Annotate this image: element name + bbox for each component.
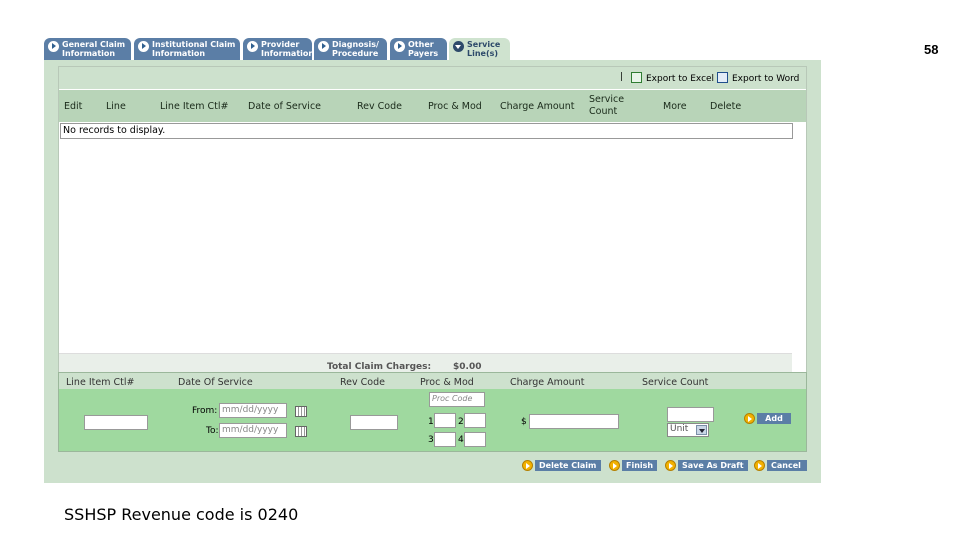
cancel-button[interactable]: Cancel: [767, 460, 807, 471]
tab-diagnosis[interactable]: Diagnosis/Procedure: [314, 38, 387, 60]
service-count-input[interactable]: [667, 407, 714, 422]
empty-message: No records to display.: [60, 123, 793, 139]
total-label: Total Claim Charges:: [327, 362, 432, 372]
charge-amount-input[interactable]: [529, 414, 619, 429]
col-more: More: [663, 101, 687, 112]
form-col-service-count: Service Count: [642, 377, 709, 388]
tab-general-claim[interactable]: General Claim Information: [44, 38, 131, 60]
total-value: $0.00: [453, 362, 482, 372]
slide-number: 58: [924, 42, 939, 57]
arrow-right-icon: [394, 41, 405, 52]
save-draft-button[interactable]: Save As Draft: [678, 460, 748, 471]
dollar-sign: $: [521, 417, 527, 427]
col-rev-code: Rev Code: [357, 101, 402, 112]
delete-claim-button[interactable]: Delete Claim: [535, 460, 601, 471]
export-word-link[interactable]: Export to Word: [717, 72, 799, 84]
proc-code-input[interactable]: Proc Code: [429, 392, 485, 407]
form-col-rev-code: Rev Code: [340, 377, 385, 388]
arrow-right-icon: [48, 41, 59, 52]
form-col-proc-mod: Proc & Mod: [420, 377, 474, 388]
modifier2-input[interactable]: [464, 413, 486, 428]
form-col-charge: Charge Amount: [510, 377, 585, 388]
calendar-icon[interactable]: [295, 426, 307, 437]
col-delete: Delete: [710, 101, 742, 112]
service-lines-panel: | Export to Excel Export to Word Edit Li…: [44, 60, 821, 483]
export-toolbar: | Export to Excel Export to Word: [59, 67, 806, 89]
arrow-down-icon: [453, 41, 464, 52]
mod1-label: 1: [428, 417, 434, 427]
from-label: From:: [192, 406, 218, 416]
tab-service-lines[interactable]: Service Line(s): [449, 38, 510, 60]
col-edit: Edit: [64, 101, 83, 112]
col-proc-mod: Proc & Mod: [428, 101, 482, 112]
mod3-label: 3: [428, 435, 434, 445]
chevron-down-icon: [696, 425, 707, 435]
col-charge-amount: Charge Amount: [500, 101, 575, 112]
col-date-of-service: Date of Service: [248, 101, 322, 112]
tab-other-payers[interactable]: Other Payers: [390, 38, 447, 60]
rev-code-input[interactable]: [350, 415, 398, 430]
mod2-label: 2: [458, 417, 464, 427]
cancel-icon: [754, 460, 765, 471]
to-date-input[interactable]: mm/dd/yyyy: [219, 423, 287, 438]
save-draft-icon: [665, 460, 676, 471]
mod4-label: 4: [458, 435, 464, 445]
col-line-item-ctl: Line Item Ctl#: [160, 101, 229, 112]
toolbar-separator: |: [620, 72, 624, 82]
add-icon: [744, 413, 755, 424]
form-header: Line Item Ctl# Date Of Service Rev Code …: [59, 373, 806, 389]
arrow-right-icon: [247, 41, 258, 52]
slide-caption: SSHSP Revenue code is 0240: [64, 505, 299, 524]
add-button[interactable]: Add: [757, 413, 791, 424]
modifier3-input[interactable]: [434, 432, 456, 447]
delete-claim-icon: [522, 460, 533, 471]
arrow-right-icon: [318, 41, 329, 52]
excel-icon: [631, 72, 642, 83]
finish-icon: [609, 460, 620, 471]
modifier1-input[interactable]: [434, 413, 456, 428]
form-col-line-item: Line Item Ctl#: [66, 377, 135, 388]
unit-select[interactable]: Unit: [667, 423, 709, 437]
finish-button[interactable]: Finish: [622, 460, 657, 471]
word-icon: [717, 72, 728, 83]
col-line: Line: [106, 101, 126, 112]
export-excel-link[interactable]: Export to Excel: [631, 72, 714, 84]
modifier4-input[interactable]: [464, 432, 486, 447]
arrow-right-icon: [138, 41, 149, 52]
to-label: To:: [206, 426, 219, 436]
tab-institutional-claim[interactable]: Institutional Claim Information: [134, 38, 240, 60]
from-date-input[interactable]: mm/dd/yyyy: [219, 403, 287, 418]
line-item-ctl-input[interactable]: [84, 415, 148, 430]
calendar-icon[interactable]: [295, 406, 307, 417]
grid-header: Edit Line Line Item Ctl# Date of Service…: [59, 90, 806, 122]
add-line-form: Line Item Ctl# Date Of Service Rev Code …: [58, 372, 807, 452]
col-service-count: Service Count: [589, 94, 625, 117]
form-col-date: Date Of Service: [178, 377, 253, 388]
tab-provider[interactable]: Provider Information: [243, 38, 314, 60]
